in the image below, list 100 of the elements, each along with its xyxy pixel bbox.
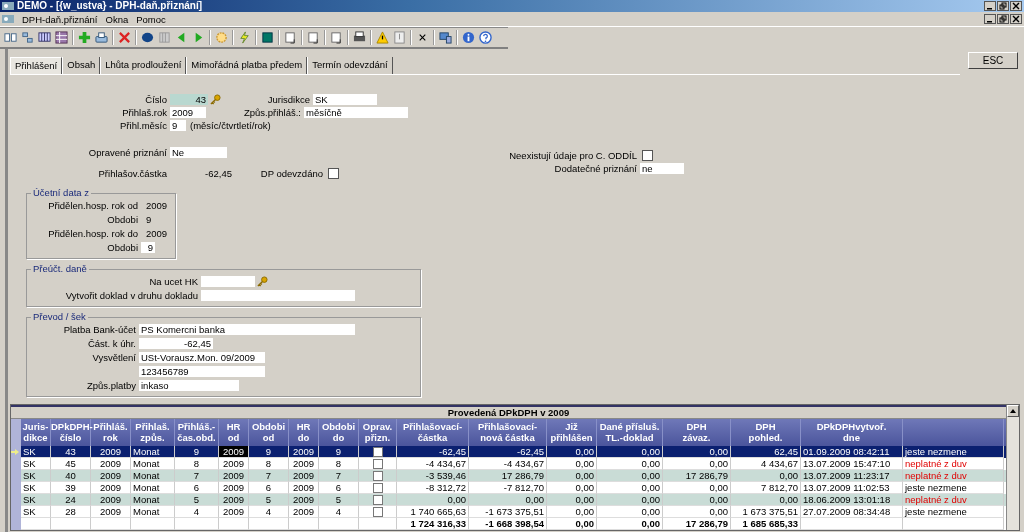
computer-icon[interactable]	[439, 31, 452, 44]
field-label: Obdobi	[106, 214, 139, 225]
table-row[interactable]: SK 40 2009 Monat 7 2009 7 2009 7 -3 539,46 17 286,79 0,00 0,00 17 286,79 0,00 13.07.2009 11:23:17 neplatné z duv	[11, 470, 1006, 482]
number-field[interactable]: 43	[170, 94, 208, 105]
field-label: Číslo	[144, 94, 168, 105]
field-label: Opravené priznání	[87, 147, 168, 158]
menu-item[interactable]: Pomoc	[136, 13, 166, 25]
input-field[interactable]: PS Komercni banka	[139, 324, 355, 335]
checkbox[interactable]	[372, 494, 383, 505]
corrected-field[interactable]: Ne	[170, 147, 227, 158]
tab[interactable]: Obsah	[62, 57, 101, 74]
field-label: Vysvětlení	[91, 352, 137, 363]
method-field[interactable]: měsíčně	[304, 107, 408, 118]
frame-icon[interactable]	[307, 31, 320, 44]
hint-text: (měsíc/čtvrtletí/rok)	[190, 120, 271, 131]
lightning-icon[interactable]	[238, 31, 251, 44]
account-field[interactable]	[201, 276, 255, 287]
close-icon[interactable]	[1010, 1, 1022, 11]
tab[interactable]: Přihlášení	[10, 57, 63, 74]
jurisdiction-field[interactable]: SK	[313, 94, 377, 105]
period-field[interactable]: 9	[141, 242, 155, 253]
frame-icon[interactable]	[330, 31, 343, 44]
row-marker	[11, 518, 21, 530]
disk-icon[interactable]	[141, 31, 154, 44]
input-field[interactable]: USt-Vorausz.Mon. 09/2009	[139, 352, 265, 363]
table-row[interactable]: SK 28 2009 Monat 4 2009 4 2009 4 1 740 665,63 -1 673 375,51 0,00 0,00 0,00 1 673 375,51 27.07.2009 08:34:48 jeste nezmene	[11, 506, 1006, 518]
menu-item[interactable]: DPH-daň.přiznání	[22, 13, 98, 25]
group-title: Účetní data z	[32, 188, 90, 198]
scroll-up-icon[interactable]	[1007, 405, 1019, 417]
checkbox[interactable]	[372, 482, 383, 493]
menu-item[interactable]: Okna	[105, 13, 129, 25]
printer-icon[interactable]	[353, 31, 366, 44]
square-icon[interactable]	[261, 31, 274, 44]
checkbox[interactable]	[372, 506, 383, 517]
total-cell: -1 668 398,54	[469, 518, 547, 530]
input-field[interactable]: -62,45	[139, 338, 213, 349]
table-row[interactable]: SK 43 2009 Monat 9 2009 9 2009 9 -62,45 -62,45 0,00 0,00 0,00 62,45 01.09.2009 08:42:11 jeste nezmene	[11, 446, 1006, 458]
restore-icon[interactable]	[997, 14, 1009, 24]
total-cell: 0,00	[597, 518, 663, 530]
field-label: Přidělen.hosp. rok do	[47, 228, 139, 239]
tab[interactable]: Lhůta prodloužení	[100, 57, 187, 74]
checkbox[interactable]	[328, 168, 339, 179]
panes-icon[interactable]	[4, 31, 17, 44]
input-field[interactable]: inkaso	[139, 380, 239, 391]
field-value: 2009	[145, 228, 168, 239]
minimize-icon[interactable]	[984, 14, 996, 24]
table-row[interactable]: SK 45 2009 Monat 8 2009 8 2009 8 -4 434,67 -4 434,67 0,00 0,00 0,00 4 434,67 13.07.2009 15:47:10 neplatné z duv	[11, 458, 1006, 470]
tab[interactable]: Mimořádná platba předem	[186, 57, 308, 74]
grid-icon[interactable]	[55, 31, 68, 44]
field-label: Část. k úhr.	[86, 338, 137, 349]
frame-icon[interactable]	[284, 31, 297, 44]
app-icon	[2, 1, 14, 11]
tree-icon[interactable]	[21, 31, 34, 44]
checkbox[interactable]	[372, 446, 383, 457]
checkbox[interactable]	[372, 470, 383, 481]
key-icon[interactable]	[210, 94, 221, 105]
document-type-field[interactable]	[201, 290, 355, 301]
tray-icon[interactable]	[95, 31, 108, 44]
total-cell: 1 685 685,33	[731, 518, 801, 530]
field-label: Na ucet HK	[148, 276, 199, 287]
field-label: Platba Bank-účet	[62, 324, 137, 335]
field-label: Přihlašov.částka	[97, 168, 168, 179]
field-label: Obdobi	[106, 242, 139, 253]
year-field[interactable]: 2009	[170, 107, 206, 118]
group-title: Převod / šek	[32, 312, 87, 322]
total-cell: 17 286,79	[663, 518, 731, 530]
supplementary-field[interactable]: ne	[640, 163, 684, 174]
field-label: Způs.platby	[85, 380, 137, 391]
field-label: Způs.přihláš.:	[242, 107, 302, 118]
field-label: Vytvořit doklad v druhu dokladu	[64, 290, 199, 301]
restore-icon[interactable]	[997, 1, 1009, 11]
table-row[interactable]: SK 39 2009 Monat 6 2009 6 2009 6 -8 312,72 -7 812,70 0,00 0,00 0,00 7 812,70 13.07.2009 11:02:53 jeste nezmene	[11, 482, 1006, 494]
columns-icon[interactable]	[38, 31, 51, 44]
info-icon[interactable]	[462, 31, 475, 44]
checkbox[interactable]	[372, 458, 383, 469]
month-field[interactable]: 9	[170, 120, 186, 131]
group-title: Přeúčt. daně	[32, 264, 88, 274]
field-label: Přihlaš.rok	[121, 107, 168, 118]
field-value: 9	[145, 214, 152, 225]
key-icon[interactable]	[257, 276, 268, 287]
note-icon[interactable]	[393, 31, 406, 44]
total-cell: 1 724 316,33	[397, 518, 469, 530]
field-label: Přihl.měsíc	[119, 120, 168, 131]
delete-icon[interactable]	[118, 31, 131, 44]
help-icon[interactable]	[479, 31, 492, 44]
table-title: Provedená DPkDPH v 2009	[11, 405, 1006, 419]
close-icon[interactable]	[1010, 14, 1022, 24]
amount-value: -62,45	[204, 168, 232, 179]
minimize-icon[interactable]	[984, 1, 996, 11]
field-label: Jurisdikce	[266, 94, 311, 105]
scrollbar[interactable]	[1006, 405, 1019, 530]
window-title: DEMO - [{w_ustva} - DPH-daň.přiznání]	[17, 0, 202, 12]
checkbox[interactable]	[642, 150, 653, 161]
warning-icon[interactable]	[376, 31, 389, 44]
esc-button[interactable]: ESC	[968, 52, 1018, 69]
tab[interactable]: Termín odevzdání	[307, 57, 393, 74]
table-row[interactable]: SK 24 2009 Monat 5 2009 5 2009 5 0,00 0,00 0,00 0,00 0,00 0,00 18.06.2009 13:01:18 neplatné z duv	[11, 494, 1006, 506]
field-label: Neexistují údaje pro C. ODDÍL	[508, 150, 638, 161]
input-field[interactable]: 123456789	[139, 366, 265, 377]
table-cell: 2009	[219, 446, 249, 458]
